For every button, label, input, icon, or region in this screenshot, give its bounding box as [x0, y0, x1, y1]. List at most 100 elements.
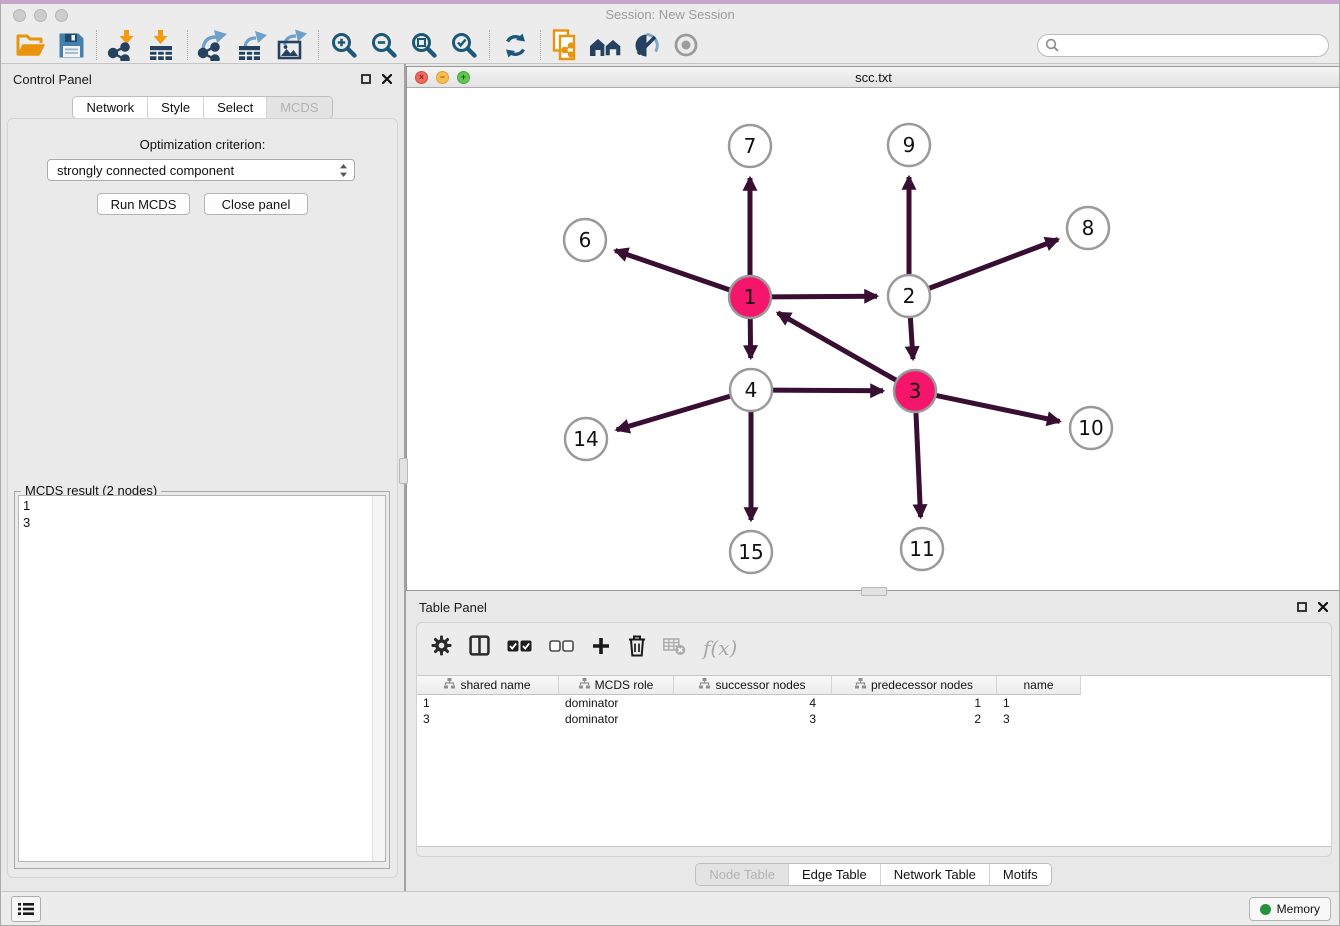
graph-node-15[interactable]: 15 [730, 531, 772, 573]
table-cell[interactable]: 1 [997, 696, 1081, 710]
zoom-in-icon[interactable] [324, 29, 364, 61]
graph-edge-4-14[interactable] [617, 395, 733, 429]
table-cell[interactable]: dominator [559, 696, 674, 710]
graph-edge-4-3[interactable] [770, 390, 883, 391]
graph-node-11[interactable]: 11 [901, 528, 943, 570]
tab-select[interactable]: Select [203, 97, 266, 118]
memory-button[interactable]: Memory [1249, 897, 1331, 921]
tab-motifs[interactable]: Motifs [989, 864, 1051, 885]
graph-node-3[interactable]: 3 [894, 370, 936, 412]
graph-node-8[interactable]: 8 [1067, 207, 1109, 249]
close-panel-icon[interactable] [382, 74, 392, 84]
control-panel-tabs: NetworkStyleSelectMCDS [72, 96, 332, 119]
svg-text:8: 8 [1082, 216, 1095, 240]
memory-status-icon [1260, 904, 1271, 915]
table-body: 1dominator4113dominator323 [417, 695, 1331, 727]
refresh-view-icon[interactable] [495, 29, 535, 61]
svg-text:14: 14 [573, 427, 598, 451]
control-panel-title: Control Panel [13, 72, 92, 87]
graph-node-10[interactable]: 10 [1070, 407, 1112, 449]
mcds-result-text[interactable]: 1 3 [18, 495, 386, 862]
export-image-icon[interactable] [273, 29, 313, 61]
column-header-successor-nodes[interactable]: successor nodes [674, 676, 832, 695]
table-cell[interactable]: dominator [559, 712, 674, 726]
tab-edge-table[interactable]: Edge Table [788, 864, 880, 885]
table-cell[interactable]: 2 [832, 712, 997, 726]
zoom-out-icon[interactable] [364, 29, 404, 61]
graph-edge-3-10[interactable] [934, 395, 1060, 422]
first-neighbors-icon[interactable] [586, 29, 626, 61]
result-scrollbar[interactable] [372, 496, 385, 861]
import-table-icon[interactable] [142, 29, 182, 61]
toolbar-separator [187, 30, 188, 60]
table-toolbar: f(x) [431, 631, 737, 665]
graph-edge-3-1[interactable] [778, 313, 899, 382]
graph-node-6[interactable]: 6 [564, 219, 606, 261]
tab-style[interactable]: Style [147, 97, 203, 118]
tab-network[interactable]: Network [73, 97, 147, 118]
graph-node-2[interactable]: 2 [888, 275, 930, 317]
table-row[interactable]: 3dominator323 [417, 711, 1331, 727]
graph-node-4[interactable]: 4 [730, 369, 772, 411]
export-table-icon[interactable] [233, 29, 273, 61]
svg-text:10: 10 [1078, 416, 1103, 440]
close-panel-icon[interactable] [1318, 602, 1328, 612]
title-bar: Session: New Session [1, 0, 1339, 27]
svg-text:7: 7 [744, 134, 757, 158]
column-label: name [1023, 678, 1053, 692]
column-label: predecessor nodes [871, 678, 973, 692]
graph-edge-1-2[interactable] [769, 296, 877, 297]
graph-node-1[interactable]: 1 [729, 276, 771, 318]
run-mcds-button[interactable]: Run MCDS [97, 193, 190, 215]
import-network-icon[interactable] [102, 29, 142, 61]
zoom-fit-icon[interactable] [404, 29, 444, 61]
show-columns-icon[interactable] [469, 635, 490, 661]
search-input[interactable] [1064, 36, 1328, 55]
task-history-button[interactable] [11, 896, 41, 922]
delete-rows-icon[interactable] [628, 635, 646, 662]
graph-edge-2-8[interactable] [927, 239, 1058, 289]
unselect-all-icon[interactable] [549, 639, 574, 657]
save-session-icon[interactable] [51, 29, 91, 61]
hide-selected-icon[interactable] [626, 29, 666, 61]
table-cell[interactable]: 3 [674, 712, 832, 726]
float-panel-icon[interactable] [1297, 602, 1307, 612]
vertical-splitter-handle[interactable] [399, 458, 408, 484]
graph-node-7[interactable]: 7 [729, 125, 771, 167]
table-cell[interactable]: 1 [417, 696, 559, 710]
column-type-icon [699, 678, 710, 692]
table-row[interactable]: 1dominator411 [417, 695, 1331, 711]
network-canvas[interactable]: 7 9 6 8 1 2 4 3 14 10 15 11 [407, 88, 1340, 590]
table-cell[interactable]: 3 [417, 712, 559, 726]
add-row-icon[interactable] [591, 636, 611, 661]
criterion-select[interactable]: strongly connected component [47, 159, 355, 181]
horizontal-splitter-handle[interactable] [861, 587, 887, 596]
table-cell[interactable]: 4 [674, 696, 832, 710]
table-cell[interactable]: 3 [997, 712, 1081, 726]
column-header-name[interactable]: name [997, 676, 1081, 695]
tab-network-table[interactable]: Network Table [880, 864, 989, 885]
column-header-MCDS-role[interactable]: MCDS role [559, 676, 674, 695]
graph-node-9[interactable]: 9 [888, 124, 930, 166]
open-session-icon[interactable] [11, 29, 51, 61]
tab-node-table[interactable]: Node Table [696, 864, 788, 885]
graph-node-14[interactable]: 14 [565, 418, 607, 460]
graph-edge-2-3[interactable] [910, 315, 913, 359]
table-settings-icon[interactable] [431, 635, 452, 661]
graph-edge-3-11[interactable] [916, 410, 921, 517]
select-all-icon[interactable] [507, 639, 532, 657]
tab-mcds[interactable]: MCDS [266, 97, 331, 118]
network-window-titlebar[interactable]: × − + scc.txt [407, 67, 1340, 88]
column-type-icon [444, 678, 455, 692]
column-header-predecessor-nodes[interactable]: predecessor nodes [832, 676, 997, 695]
search-box[interactable] [1037, 34, 1329, 57]
float-panel-icon[interactable] [361, 74, 371, 84]
zoom-selected-icon[interactable] [444, 29, 484, 61]
clone-network-icon[interactable] [546, 29, 586, 61]
table-cell[interactable]: 1 [832, 696, 997, 710]
close-panel-button[interactable]: Close panel [204, 193, 308, 215]
column-header-shared-name[interactable]: shared name [417, 676, 559, 695]
export-network-icon[interactable] [193, 29, 233, 61]
graph-edge-1-6[interactable] [615, 250, 732, 290]
list-icon [18, 902, 34, 916]
